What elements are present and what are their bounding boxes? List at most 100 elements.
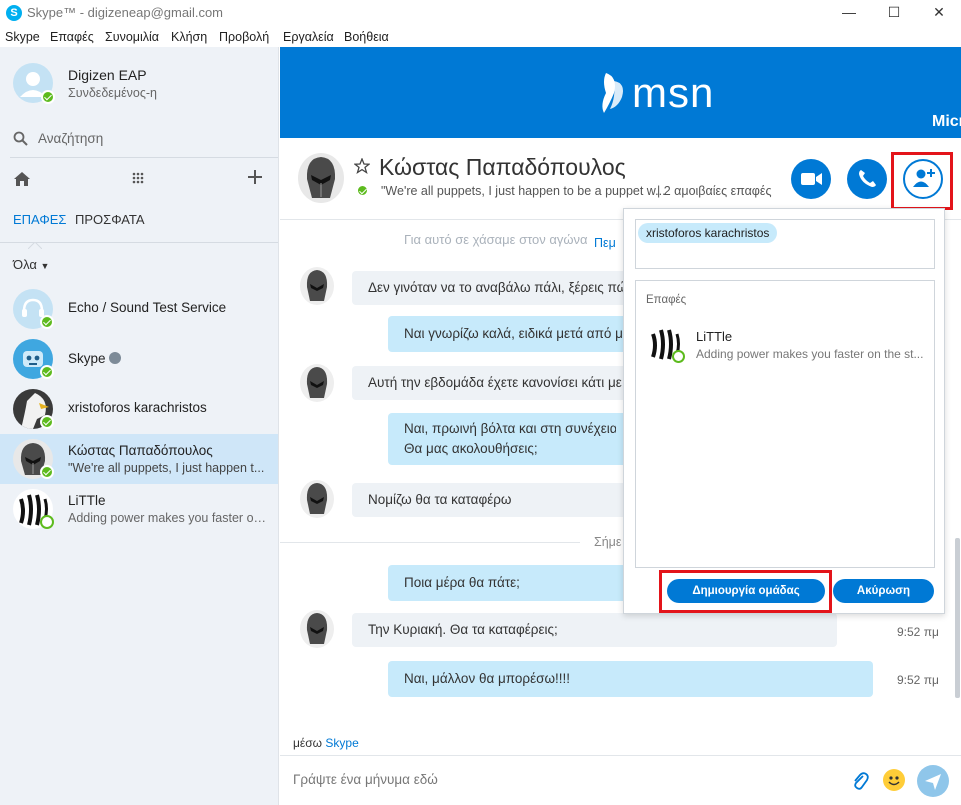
tab-recent[interactable]: ΠΡΟΣΦΑΤΑ [75, 212, 145, 227]
filter-dropdown[interactable]: Όλα ▼ [13, 257, 49, 272]
menu-bar: Skype Επαφές Συνομιλία Κλήση Προβολή Εργ… [0, 27, 961, 47]
emoticon-icon[interactable] [883, 769, 905, 791]
message-incoming[interactable]: Την Κυριακή. Θα τα καταφέρεις; [352, 613, 837, 647]
menu-tools[interactable]: Εργαλεία [283, 30, 334, 44]
selected-people-field[interactable]: xristoforos karachristos [635, 219, 935, 269]
cancel-button[interactable]: Ακύρωση [833, 579, 934, 603]
menu-contacts[interactable]: Επαφές [50, 30, 94, 44]
menu-conversation[interactable]: Συνομιλία [105, 30, 159, 44]
day-divider-line [280, 542, 580, 543]
picker-contact-little[interactable]: LiTTle Adding power makes you faster on … [636, 323, 934, 367]
mutual-contacts-link[interactable]: | 2 αμοιβαίες επαφές [657, 184, 772, 198]
message-line: Ναι, πρωινή βόλτα και στη συνέχεια μ [404, 421, 616, 436]
dialpad-icon[interactable] [131, 171, 145, 185]
message-input[interactable]: Γράψτε ένα μήνυμα εδώ [293, 772, 438, 787]
contact-item-kostas[interactable]: Κώστας Παπαδόπουλος "We're all puppets, … [0, 434, 278, 484]
banner-corner-text: Micr [932, 113, 961, 130]
sender-avatar [300, 480, 334, 518]
favorite-star-icon[interactable] [353, 157, 371, 174]
sidebar: Digizen EAP Συνδεδεμένος-η Αναζήτηση ΕΠΑ… [0, 47, 279, 805]
audio-call-button[interactable] [847, 159, 887, 199]
online-status-icon [40, 415, 54, 429]
faded-message: Για αυτό σε χάσαμε στον αγώνα [404, 232, 588, 247]
minimize-button[interactable]: — [826, 0, 872, 26]
chat-contact-name: Κώστας Παπαδόπουλος [379, 154, 626, 180]
message-line: Θα μας ακολουθήσεις; [404, 441, 538, 456]
online-status-icon [356, 184, 369, 197]
sender-avatar [300, 267, 334, 305]
message-timestamp: 9:52 πμ [897, 673, 939, 687]
contacts-picker-list: Επαφές LiTTle Adding power makes you fas… [635, 280, 935, 568]
via-prefix: μέσω [293, 736, 323, 750]
contact-name: Skype [68, 351, 122, 366]
ad-banner[interactable]: msn Micr [280, 47, 961, 138]
away-status-icon [40, 515, 54, 529]
verified-icon [109, 352, 122, 364]
online-status-icon [40, 465, 54, 479]
contact-item-little[interactable]: LiTTle Adding power makes you faster on.… [0, 484, 278, 534]
contact-mood: Adding power makes you faster on... [68, 511, 268, 525]
add-people-popup: xristoforos karachristos Επαφές LiTTle A… [623, 208, 945, 614]
window-title: Skype™ - digizeneap@gmail.com [27, 5, 224, 20]
sender-avatar [300, 364, 334, 402]
message-incoming[interactable]: Νομίζω θα τα καταφέρω [352, 483, 632, 517]
picker-contact-mood: Adding power makes you faster on the st.… [696, 347, 924, 361]
home-icon[interactable] [13, 171, 31, 187]
contact-item-echo[interactable]: Echo / Sound Test Service [0, 284, 278, 334]
day-label-faded: Πεμ [594, 236, 616, 250]
search-icon [13, 131, 29, 147]
picker-contact-name: LiTTle [696, 329, 733, 344]
highlight-create-group [659, 570, 832, 613]
send-button[interactable] [917, 765, 949, 797]
contact-item-xristoforos[interactable]: xristoforos karachristos [0, 384, 278, 434]
via-service-link[interactable]: Skype [325, 736, 358, 750]
search-input[interactable]: Αναζήτηση [38, 131, 103, 146]
sender-avatar [300, 610, 334, 648]
menu-help[interactable]: Βοήθεια [344, 30, 389, 44]
menu-view[interactable]: Προβολή [219, 30, 269, 44]
chat-contact-avatar[interactable] [298, 153, 344, 203]
contact-item-skype[interactable]: Skype [0, 334, 278, 384]
online-status-icon [41, 90, 55, 104]
close-button[interactable]: ✕ [916, 0, 961, 26]
message-outgoing[interactable]: Ποια μέρα θα πάτε; [388, 565, 632, 601]
scrollbar-thumb[interactable] [955, 538, 960, 698]
title-bar: S Skype™ - digizeneap@gmail.com — ☐ ✕ [0, 0, 961, 26]
contact-name: LiTTle [68, 493, 106, 508]
away-status-icon [672, 350, 685, 363]
attach-file-icon[interactable] [851, 771, 869, 791]
video-call-button[interactable] [791, 159, 831, 199]
banner-brand: msn [632, 69, 715, 116]
online-status-icon [40, 315, 54, 329]
contact-mood: "We're all puppets, I just happen t... [68, 461, 265, 475]
composer-divider [280, 755, 961, 756]
highlight-add-people [891, 152, 953, 210]
maximize-button[interactable]: ☐ [871, 0, 917, 26]
selected-person-chip[interactable]: xristoforos karachristos [638, 223, 778, 243]
skype-logo-icon: S [6, 5, 22, 21]
menu-call[interactable]: Κλήση [171, 30, 207, 44]
profile-status[interactable]: Συνδεδεμένος-η [68, 86, 157, 100]
contact-name: Κώστας Παπαδόπουλος [68, 443, 213, 458]
chevron-down-icon: ▼ [40, 261, 50, 271]
message-outgoing[interactable]: Ναι, μάλλον θα μπορέσω!!!! [388, 661, 873, 697]
message-outgoing[interactable]: Ναι γνωρίζω καλά, ειδικά μετά από μ [388, 316, 632, 352]
filter-label: Όλα [13, 257, 37, 272]
online-status-icon [40, 365, 54, 379]
tab-indicator-icon [27, 236, 43, 250]
video-camera-icon [801, 173, 822, 185]
divider [10, 157, 278, 158]
message-incoming[interactable]: Δεν γινόταν να το αναβάλω πάλι, ξέρεις π… [352, 271, 632, 305]
via-label: μέσω Skype [293, 736, 359, 750]
message-outgoing[interactable]: Ναι, πρωινή βόλτα και στη συνέχεια μ Θα … [388, 413, 632, 465]
picker-section-label: Επαφές [646, 294, 687, 306]
profile-name[interactable]: Digizen EAP [68, 67, 147, 83]
menu-skype[interactable]: Skype [5, 30, 40, 44]
contact-name: Echo / Sound Test Service [68, 300, 227, 315]
contact-name: xristoforos karachristos [68, 400, 207, 415]
message-incoming[interactable]: Αυτή την εβδομάδα έχετε κανονίσει κάτι μ… [352, 366, 632, 400]
send-icon [925, 774, 941, 790]
add-icon[interactable] [247, 169, 263, 185]
tab-contacts[interactable]: ΕΠΑΦΕΣ [13, 212, 66, 227]
phone-icon [859, 170, 876, 187]
